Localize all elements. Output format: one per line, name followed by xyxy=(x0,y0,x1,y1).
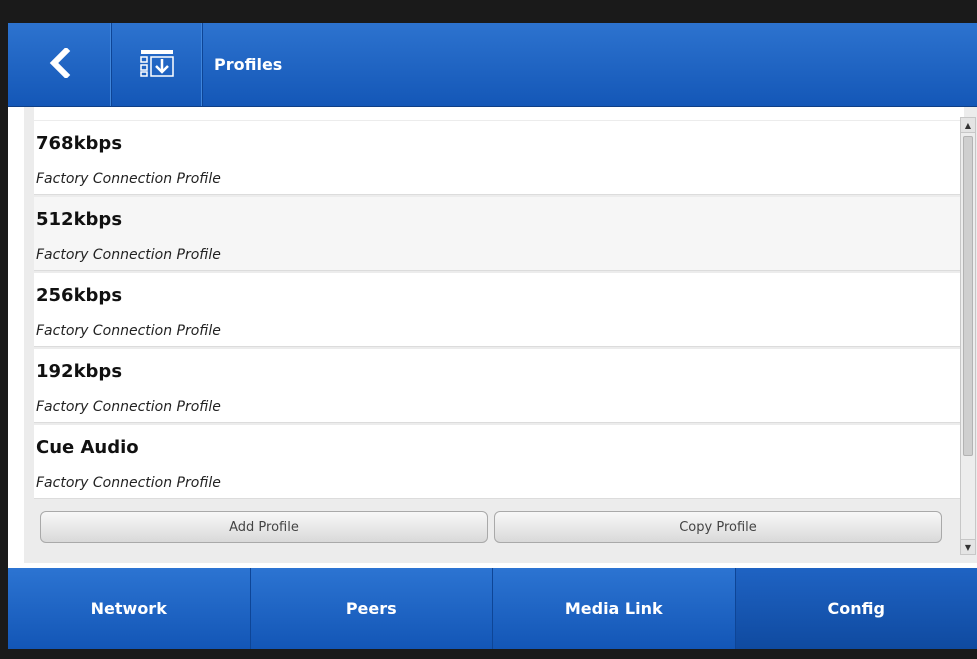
profile-description: Factory Connection Profile xyxy=(36,399,221,415)
profile-description: Factory Connection Profile xyxy=(36,247,221,263)
profile-item-256kbps[interactable]: 256kbps Factory Connection Profile xyxy=(34,273,964,347)
screen: Profiles 768kbps Factory Connection Prof… xyxy=(8,23,977,649)
add-profile-button[interactable]: Add Profile xyxy=(40,511,488,543)
profile-list-panel: 768kbps Factory Connection Profile 512kb… xyxy=(24,107,977,563)
profile-list: 768kbps Factory Connection Profile 512kb… xyxy=(34,121,964,501)
scroll-down-arrow-icon[interactable]: ▼ xyxy=(961,539,975,554)
profile-name: 192kbps xyxy=(36,361,123,382)
scroll-up-arrow-icon[interactable]: ▲ xyxy=(961,118,975,133)
profile-item-192kbps[interactable]: 192kbps Factory Connection Profile xyxy=(34,349,964,423)
profile-description: Factory Connection Profile xyxy=(36,475,221,491)
scrollbar-thumb[interactable] xyxy=(963,136,973,456)
list-cutoff-row xyxy=(34,107,964,120)
bottom-nav: Network Peers Media Link Config xyxy=(8,568,977,649)
profile-actions: Add Profile Copy Profile xyxy=(40,511,944,545)
copy-profile-button[interactable]: Copy Profile xyxy=(494,511,942,543)
tab-config[interactable]: Config xyxy=(735,568,977,649)
tab-peers[interactable]: Peers xyxy=(250,568,493,649)
tab-media-link[interactable]: Media Link xyxy=(493,568,736,649)
header-bar: Profiles xyxy=(8,23,977,107)
tab-network[interactable]: Network xyxy=(8,568,251,649)
profile-item-cue-audio[interactable]: Cue Audio Factory Connection Profile xyxy=(34,425,964,499)
profile-item-768kbps[interactable]: 768kbps Factory Connection Profile xyxy=(34,121,964,195)
profile-name: 512kbps xyxy=(36,209,123,230)
device-frame: Profiles 768kbps Factory Connection Prof… xyxy=(0,0,977,659)
list-download-icon xyxy=(139,48,175,82)
profile-name: 256kbps xyxy=(36,285,123,306)
profile-item-512kbps[interactable]: 512kbps Factory Connection Profile xyxy=(34,197,964,271)
vertical-scrollbar[interactable]: ▲ ▼ xyxy=(960,117,976,555)
profile-description: Factory Connection Profile xyxy=(36,323,221,339)
profile-list-button[interactable] xyxy=(112,23,203,106)
profile-name: Cue Audio xyxy=(36,437,139,458)
back-button[interactable] xyxy=(8,23,112,106)
page-title: Profiles xyxy=(214,55,283,74)
chevron-left-icon xyxy=(47,46,73,82)
profile-description: Factory Connection Profile xyxy=(36,171,221,187)
profile-name: 768kbps xyxy=(36,133,123,154)
